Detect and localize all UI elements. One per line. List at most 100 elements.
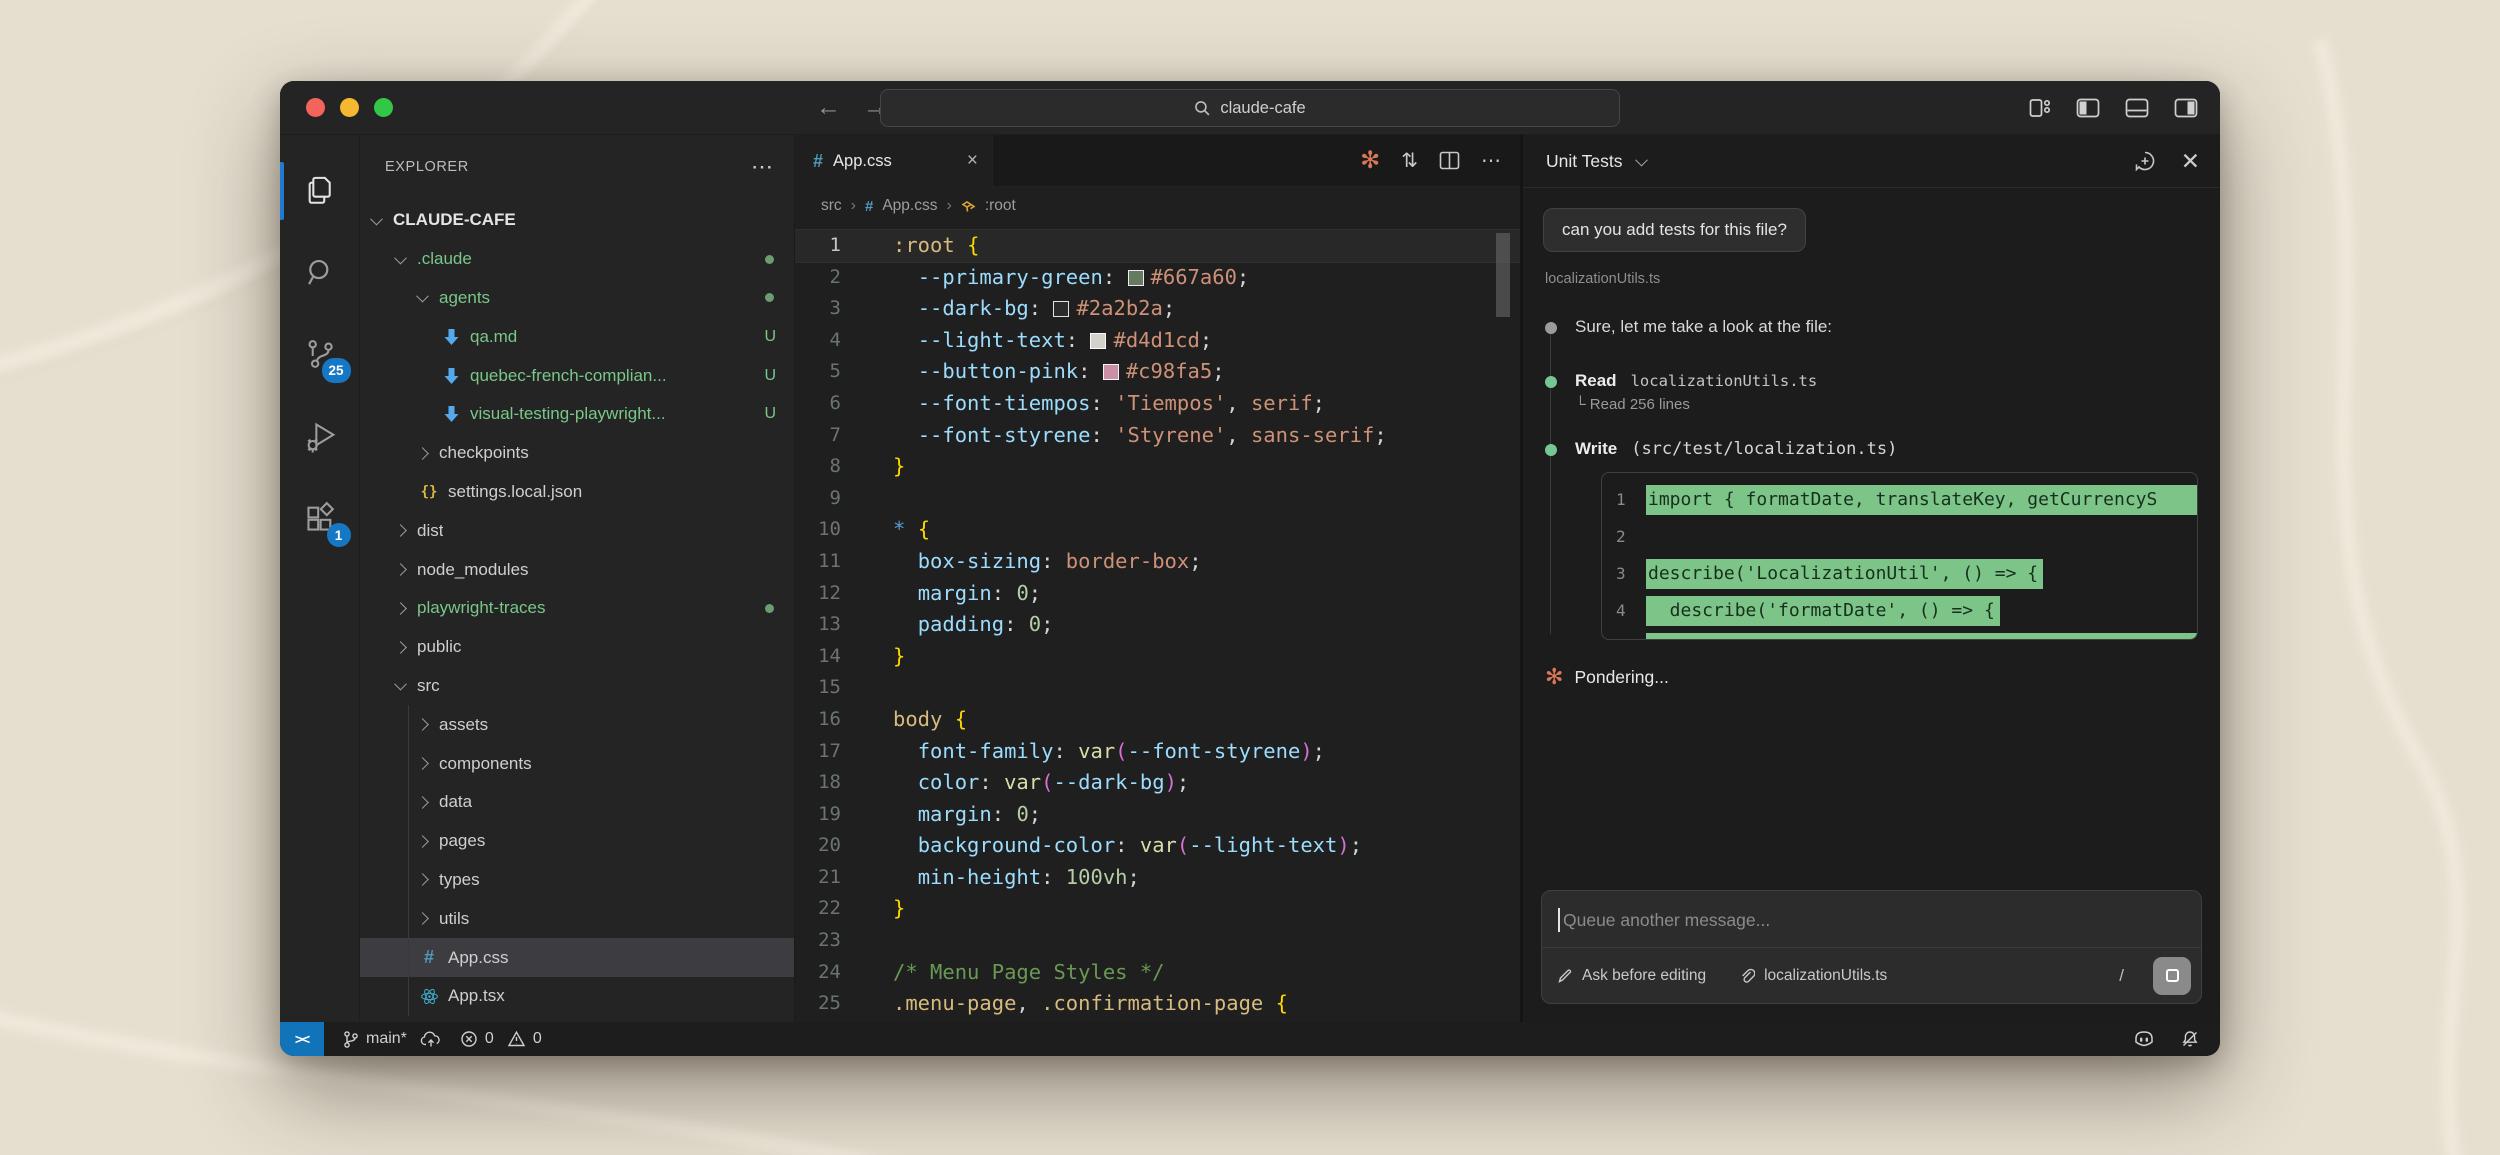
tree-item-app-tsx[interactable]: App.tsx xyxy=(360,977,794,1016)
remote-indicator[interactable]: >< xyxy=(280,1022,324,1056)
back-arrow-icon[interactable]: ← xyxy=(816,93,841,122)
search-value: claude-cafe xyxy=(1220,99,1305,118)
color-swatch[interactable] xyxy=(1053,301,1069,317)
code-line-10[interactable]: 10* { xyxy=(795,514,1520,546)
git-branch-item[interactable]: main* xyxy=(342,1030,442,1049)
write-preview-diff[interactable]: 1import { formatDate, translateKey, getC… xyxy=(1601,472,2198,640)
chevron-down-icon[interactable] xyxy=(1635,153,1648,166)
context-file-label: localizationUtils.ts xyxy=(1545,271,2198,287)
tree-item-label: utils xyxy=(439,909,469,929)
close-panel-icon[interactable]: ✕ xyxy=(2181,148,2200,175)
code-line-23[interactable]: 23 xyxy=(795,925,1520,957)
code-line-25[interactable]: 25.menu-page, .confirmation-page { xyxy=(795,988,1520,1020)
minimize-window-button[interactable] xyxy=(340,98,359,117)
tree-item-node-modules[interactable]: node_modules xyxy=(360,550,794,589)
toggle-primary-sidebar-icon[interactable] xyxy=(2076,98,2100,118)
tree-item-agents[interactable]: agents xyxy=(360,279,794,318)
tree-item-src[interactable]: src xyxy=(360,667,794,706)
tree-item-dist[interactable]: dist xyxy=(360,511,794,550)
read-result: └ Read 256 lines xyxy=(1575,396,2198,413)
chevron-right-icon xyxy=(416,757,429,770)
code-line-8[interactable]: 8} xyxy=(795,451,1520,483)
problems-item[interactable]: 0 0 xyxy=(460,1030,542,1048)
tree-item--claude[interactable]: .claude xyxy=(360,240,794,279)
breadcrumb[interactable]: src › # App.css › :root xyxy=(795,187,1520,225)
open-changes-icon[interactable]: ⇅ xyxy=(1401,148,1418,173)
stop-button[interactable] xyxy=(2153,957,2191,995)
tree-item-label: visual-testing-playwright... xyxy=(470,404,666,424)
claude-editor-action-icon[interactable]: ✻ xyxy=(1360,149,1380,173)
tree-item-assets[interactable]: assets xyxy=(360,705,794,744)
explorer-more-actions-icon[interactable]: ⋯ xyxy=(751,154,774,180)
toggle-panel-icon[interactable] xyxy=(2125,98,2149,118)
close-window-button[interactable] xyxy=(306,98,325,117)
customize-layout-icon[interactable] xyxy=(2029,98,2051,118)
command-center-search[interactable]: claude-cafe xyxy=(880,89,1620,127)
code-line-15[interactable]: 15 xyxy=(795,672,1520,704)
tree-item-playwright-traces[interactable]: playwright-traces xyxy=(360,589,794,628)
tree-item-types[interactable]: types xyxy=(360,861,794,900)
tree-item-utils[interactable]: utils xyxy=(360,899,794,938)
tab-appcss[interactable]: # App.css × xyxy=(795,135,993,187)
tree-item-qa-md[interactable]: qa.mdU xyxy=(360,317,794,356)
code-area[interactable]: 1:root {2 --primary-green: #667a60;3 --d… xyxy=(795,225,1520,1022)
code-line-18[interactable]: 18 color: var(--dark-bg); xyxy=(795,767,1520,799)
tree-item-label: dist xyxy=(417,521,443,541)
chevron-down-icon xyxy=(394,251,407,264)
code-line-4[interactable]: 4 --light-text: #d4d1cd; xyxy=(795,325,1520,357)
extensions-activity-button[interactable]: 1 xyxy=(280,477,360,559)
tree-item-pages[interactable]: pages xyxy=(360,822,794,861)
tree-item-settings-local-json[interactable]: {}settings.local.json xyxy=(360,473,794,512)
code-line-1[interactable]: 1:root { xyxy=(795,230,1520,262)
tree-item-public[interactable]: public xyxy=(360,628,794,667)
maximize-window-button[interactable] xyxy=(374,98,393,117)
tree-item-visual-testing-playwright-[interactable]: visual-testing-playwright...U xyxy=(360,395,794,434)
code-line-2[interactable]: 2 --primary-green: #667a60; xyxy=(795,262,1520,294)
editor-scrollbar[interactable] xyxy=(1496,233,1510,317)
code-line-24[interactable]: 24/* Menu Page Styles */ xyxy=(795,957,1520,989)
edit-mode-selector[interactable]: Ask before editing xyxy=(1582,967,1706,985)
code-line-6[interactable]: 6 --font-tiempos: 'Tiempos', serif; xyxy=(795,388,1520,420)
code-line-12[interactable]: 12 margin: 0; xyxy=(795,578,1520,610)
code-line-13[interactable]: 13 padding: 0; xyxy=(795,609,1520,641)
color-swatch[interactable] xyxy=(1090,333,1106,349)
tree-item-quebec-french-complian-[interactable]: quebec-french-complian...U xyxy=(360,356,794,395)
code-line-21[interactable]: 21 min-height: 100vh; xyxy=(795,862,1520,894)
code-line-20[interactable]: 20 background-color: var(--light-text); xyxy=(795,830,1520,862)
explorer-activity-button[interactable] xyxy=(280,149,360,231)
code-line-3[interactable]: 3 --dark-bg: #2a2b2a; xyxy=(795,293,1520,325)
tree-item-components[interactable]: components xyxy=(360,744,794,783)
color-swatch[interactable] xyxy=(1128,270,1144,286)
code-line-17[interactable]: 17 font-family: var(--font-styrene); xyxy=(795,736,1520,768)
code-line-19[interactable]: 19 margin: 0; xyxy=(795,799,1520,831)
code-line-14[interactable]: 14} xyxy=(795,641,1520,673)
write-step[interactable]: Write (src/test/localization.ts) 1import… xyxy=(1545,439,2198,640)
tree-item-checkpoints[interactable]: checkpoints xyxy=(360,434,794,473)
tree-item-app-css[interactable]: #App.css xyxy=(360,938,794,977)
tree-item-data[interactable]: data xyxy=(360,783,794,822)
read-step[interactable]: Read localizationUtils.ts └ Read 256 lin… xyxy=(1545,371,2198,413)
code-line-22[interactable]: 22} xyxy=(795,893,1520,925)
run-debug-activity-button[interactable] xyxy=(280,395,360,477)
search-icon xyxy=(1194,100,1211,117)
code-line-5[interactable]: 5 --button-pink: #c98fa5; xyxy=(795,356,1520,388)
close-tab-icon[interactable]: × xyxy=(967,150,978,172)
attachment-chip[interactable]: localizationUtils.ts xyxy=(1764,967,1887,985)
copilot-icon[interactable] xyxy=(2132,1029,2156,1049)
editor-more-actions-icon[interactable]: ⋯ xyxy=(1481,148,1502,173)
chevron-right-icon xyxy=(416,718,429,731)
chat-input[interactable]: Queue another message... xyxy=(1542,891,2201,947)
tree-item-claude-cafe[interactable]: CLAUDE-CAFE xyxy=(360,201,794,240)
new-chat-icon[interactable] xyxy=(2133,149,2157,173)
source-control-activity-button[interactable]: 25 xyxy=(280,313,360,395)
search-activity-button[interactable] xyxy=(280,231,360,313)
color-swatch[interactable] xyxy=(1103,364,1119,380)
code-line-16[interactable]: 16body { xyxy=(795,704,1520,736)
notifications-muted-bell-icon[interactable] xyxy=(2180,1029,2200,1049)
code-line-7[interactable]: 7 --font-styrene: 'Styrene', sans-serif; xyxy=(795,420,1520,452)
slash-command-hint[interactable]: / xyxy=(2119,966,2144,986)
toggle-secondary-sidebar-icon[interactable] xyxy=(2174,98,2198,118)
split-editor-icon[interactable] xyxy=(1439,151,1460,170)
code-line-11[interactable]: 11 box-sizing: border-box; xyxy=(795,546,1520,578)
code-line-9[interactable]: 9 xyxy=(795,483,1520,515)
